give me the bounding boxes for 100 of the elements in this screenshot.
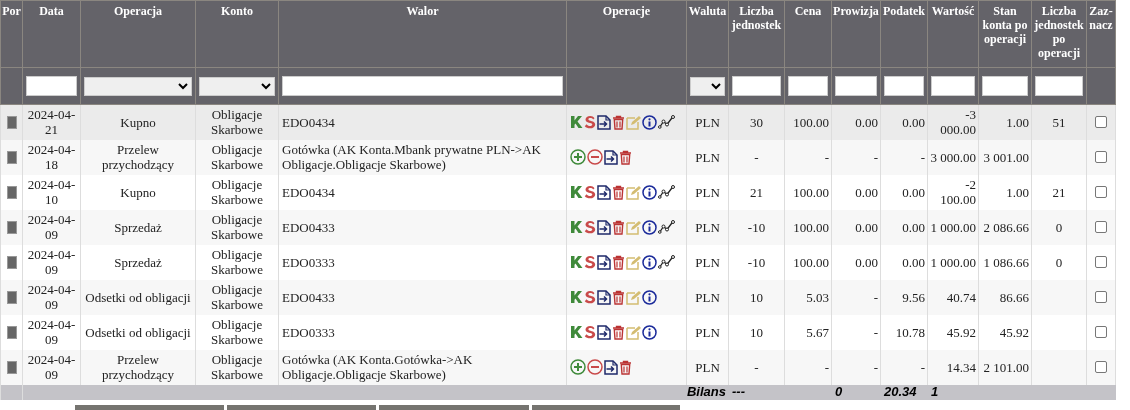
table-row[interactable]: 2024-04-21 Kupno Obligacje Skarbowe EDO0434 PLN 30 100.00 0.00 0.00 -3 000.00 1.00 51 [0,104,1116,140]
checkbox[interactable] [1095,151,1107,163]
document-arrow-icon[interactable] [604,149,618,165]
trash-icon[interactable] [612,289,625,305]
row-marker[interactable] [6,115,17,129]
table-row[interactable]: 2024-04-10 Kupno Obligacje Skarbowe EDO0434 PLN 21 100.00 0.00 0.00 -2 100.00 1.00 21 [0,174,1116,210]
info-icon[interactable] [642,254,657,270]
column-header[interactable]: Wartość [928,4,978,18]
trash-icon[interactable] [612,324,625,340]
tax-cell: 0.00 [902,114,925,130]
line-chart-icon[interactable] [658,220,675,234]
asset-cell: Gotówka (AK Konta.Mbank prywatne PLN->AK Obligacje.Obligacje Skarbowe) [282,142,541,172]
line-chart-icon[interactable] [658,255,675,269]
operation-cell: Odsetki od obligacji [85,289,191,305]
column-header[interactable]: Prowizja [832,4,880,18]
account-cell: Obligacje Skarbowe [211,212,263,242]
row-marker[interactable] [6,150,17,164]
plus-circle-icon[interactable] [570,359,586,375]
info-icon[interactable] [642,219,657,235]
letter-k-icon[interactable] [570,185,583,199]
account-cell: Obligacje Skarbowe [211,317,263,347]
line-chart-icon[interactable] [658,185,675,199]
trash-icon[interactable] [612,114,625,130]
trash-icon[interactable] [612,184,625,200]
letter-s-icon[interactable] [584,290,596,304]
checkbox[interactable] [1095,361,1107,373]
date-cell: 2024-04-10 [27,177,76,207]
trash-icon[interactable] [619,359,632,375]
table-row[interactable]: 2024-04-09 Sprzedaż Obligacje Skarbowe EDO0433 PLN -10 100.00 0.00 0.00 1 000.00 2 086.66 0 [0,209,1116,245]
letter-k-icon[interactable] [570,325,583,339]
checkbox[interactable] [1095,326,1107,338]
letter-s-icon[interactable] [584,255,596,269]
filter-input[interactable] [282,76,563,96]
info-icon[interactable] [642,289,657,305]
column-header[interactable]: Cena [785,4,831,18]
chevron-down-icon [178,82,188,90]
letter-k-icon[interactable] [570,115,583,130]
filter-input[interactable] [884,76,924,96]
document-arrow-icon[interactable] [597,114,611,130]
checkbox[interactable] [1095,291,1107,303]
row-marker[interactable] [6,360,17,374]
checkbox[interactable] [1095,221,1107,233]
column-header[interactable]: Por [1,4,22,18]
document-arrow-icon[interactable] [604,359,618,375]
filter-input[interactable] [732,76,781,96]
table-row[interactable]: 2024-04-09 Sprzedaż Obligacje Skarbowe EDO0333 PLN -10 100.00 0.00 0.00 1 000.00 1 086.66 0 [0,244,1116,280]
price-cell: 5.67 [806,324,829,340]
minus-circle-icon[interactable] [587,149,603,165]
asset-cell: EDO0433 [282,219,335,235]
checkbox[interactable] [1095,116,1107,129]
filter-input[interactable] [26,76,77,96]
minus-circle-icon[interactable] [587,359,603,375]
filter-dropdown[interactable] [690,76,725,96]
column-header[interactable]: Data [23,4,80,18]
value-cell: -2 100.00 [940,177,976,207]
value-cell: 14.34 [946,359,976,375]
filter-input[interactable] [788,76,828,96]
trash-icon[interactable] [612,219,625,235]
document-arrow-icon[interactable] [597,184,611,200]
document-arrow-icon[interactable] [597,289,611,305]
filter-input[interactable] [1035,76,1083,96]
letter-s-icon[interactable] [584,220,596,234]
column-header[interactable]: Waluta [687,4,728,18]
operation-cell: Odsetki od obligacji [85,324,191,340]
account-cell: Obligacje Skarbowe [211,107,263,138]
tax-cell: 9.56 [902,289,925,305]
letter-s-icon[interactable] [584,115,596,130]
info-icon[interactable] [642,324,657,340]
letter-k-icon[interactable] [570,290,583,304]
document-arrow-icon[interactable] [597,324,611,340]
row-marker[interactable] [6,255,17,269]
filter-input[interactable] [931,76,975,96]
info-icon[interactable] [642,184,657,200]
letter-s-icon[interactable] [584,325,596,339]
currency-cell: PLN [695,114,720,130]
document-arrow-icon[interactable] [597,219,611,235]
document-arrow-icon[interactable] [597,254,611,270]
checkbox[interactable] [1095,256,1107,268]
letter-s-icon[interactable] [584,185,596,199]
filter-input[interactable] [982,76,1028,96]
plus-circle-icon[interactable] [570,149,586,165]
row-marker[interactable] [6,185,17,199]
row-marker[interactable] [6,220,17,234]
table-row[interactable]: 2024-04-18 Przelew przychodzący Obligacje Skarbowe Gotówka (AK Konta.Mbank prywatne PLN->AK Obligacje.Obligacje Skarbowe) PLN - - - - 3 000.00 3 001.00 [0,139,1116,175]
tax-cell: 10.78 [895,324,925,340]
column-header[interactable]: Podatek [881,4,927,18]
info-icon[interactable] [642,114,657,130]
price-cell: 100.00 [793,254,829,270]
table-row[interactable]: 2024-04-09 Przelew przychodzący Obligacje Skarbowe Gotówka (AK Konta.Gotówka->AK Obligacje.Obligacje Skarbowe) PLN - - - - 14.34 2 101.00 [0,349,1116,385]
row-marker[interactable] [6,290,17,304]
operation-cell: Sprzedaż [114,254,162,270]
commission-cell: - [873,359,878,375]
line-chart-icon[interactable] [658,115,675,130]
filter-input[interactable] [835,76,877,96]
letter-k-icon[interactable] [570,220,583,234]
trash-icon[interactable] [619,149,632,165]
row-marker[interactable] [6,325,17,339]
letter-k-icon[interactable] [570,255,583,269]
trash-icon[interactable] [612,254,625,270]
checkbox[interactable] [1095,186,1107,198]
